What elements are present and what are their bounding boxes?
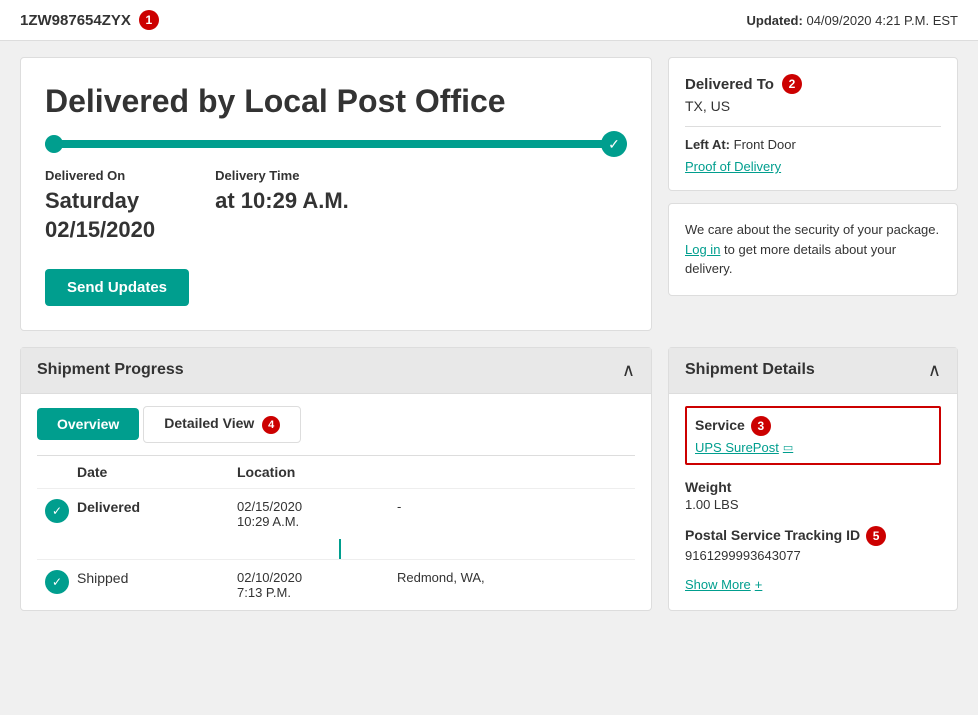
row-date-line1-2: 02/10/2020 xyxy=(237,570,397,585)
delivery-time-item: Delivery Time at 10:29 A.M. xyxy=(215,168,349,244)
progress-check-icon: ✓ xyxy=(601,131,627,157)
show-more-link[interactable]: Show More + xyxy=(685,577,941,592)
left-at-value: Front Door xyxy=(734,137,796,152)
row-date-1: 02/15/2020 10:29 A.M. xyxy=(237,499,397,529)
delivery-time-label: Delivery Time xyxy=(215,168,349,183)
delivered-to-location: TX, US xyxy=(685,98,941,114)
updated-label: Updated: xyxy=(747,13,803,28)
row-date-line2-2: 7:13 P.M. xyxy=(237,585,397,600)
delivered-on-label: Delivered On xyxy=(45,168,155,183)
delivered-to-title: Delivered To xyxy=(685,76,774,93)
divider xyxy=(685,126,941,127)
left-at: Left At: Front Door xyxy=(685,137,941,152)
check-circle-icon-2: ✓ xyxy=(45,570,69,594)
col-location-header: Location xyxy=(237,464,397,480)
top-bar: 1ZW987654ZYX 1 Updated: 04/09/2020 4:21 … xyxy=(0,0,978,41)
tab-detailed-view[interactable]: Detailed View 4 xyxy=(143,406,301,443)
left-at-label: Left At: xyxy=(685,137,730,152)
postal-tracking-section: Postal Service Tracking ID 5 91612999936… xyxy=(685,526,941,563)
tabs-row: Overview Detailed View 4 xyxy=(21,394,651,455)
updated-value: 04/09/2020 4:21 P.M. EST xyxy=(806,13,958,28)
shipment-progress-header: Shipment Progress ∧ xyxy=(21,348,651,394)
weight-value: 1.00 LBS xyxy=(685,497,941,512)
status-delivered: Delivered xyxy=(77,499,140,515)
row-date-line1-1: 02/15/2020 xyxy=(237,499,397,514)
row-status-1: Delivered xyxy=(77,499,237,515)
security-card: We care about the security of your packa… xyxy=(668,203,958,296)
tab-overview[interactable]: Overview xyxy=(37,408,139,440)
connector xyxy=(37,539,635,559)
shipment-details-title: Shipment Details xyxy=(685,361,815,379)
weight-label: Weight xyxy=(685,479,941,495)
login-link[interactable]: Log in xyxy=(685,242,720,257)
table-body: ✓ Delivered 02/15/2020 10:29 A.M. - ✓ xyxy=(21,488,651,610)
delivery-info: Delivered On Saturday 02/15/2020 Deliver… xyxy=(45,168,627,244)
service-box: Service 3 UPS SurePost ▭ xyxy=(685,406,941,465)
shipment-details-chevron[interactable]: ∧ xyxy=(928,360,941,381)
table-row: ✓ Shipped 02/10/2020 7:13 P.M. Redmond, … xyxy=(37,559,635,610)
badge-3: 3 xyxy=(751,416,771,436)
shipment-details-header: Shipment Details ∧ xyxy=(669,348,957,394)
row-status-2: Shipped xyxy=(77,570,237,586)
row-date-2: 02/10/2020 7:13 P.M. xyxy=(237,570,397,600)
check-circle-icon: ✓ xyxy=(45,499,69,523)
send-updates-button[interactable]: Send Updates xyxy=(45,269,189,306)
service-label: Service xyxy=(695,417,745,433)
show-more-text: Show More xyxy=(685,577,751,592)
delivered-on-line1: Saturday xyxy=(45,188,139,213)
postal-tracking-label: Postal Service Tracking ID xyxy=(685,527,860,543)
row-icon-2: ✓ xyxy=(37,570,77,594)
col-icon xyxy=(37,464,77,480)
tab-badge-4: 4 xyxy=(262,416,280,434)
badge-5: 5 xyxy=(866,526,886,546)
table-header: Date Location xyxy=(21,456,651,488)
detail-body: Service 3 UPS SurePost ▭ Weight 1.00 LBS… xyxy=(669,394,957,604)
chevron-up-icon[interactable]: ∧ xyxy=(622,360,635,381)
row-location-2: Redmond, WA, xyxy=(397,570,635,585)
right-panel: Delivered To 2 TX, US Left At: Front Doo… xyxy=(668,57,958,331)
delivery-title: Delivered by Local Post Office xyxy=(45,82,627,120)
tracking-number: 1ZW987654ZYX xyxy=(20,12,131,29)
delivered-on-value: Saturday 02/15/2020 xyxy=(45,187,155,244)
external-link-icon: ▭ xyxy=(783,441,793,454)
delivered-on-line2: 02/15/2020 xyxy=(45,217,155,242)
updated-text: Updated: 04/09/2020 4:21 P.M. EST xyxy=(747,13,959,28)
ups-surepost-text: UPS SurePost xyxy=(695,440,779,455)
delivered-on-item: Delivered On Saturday 02/15/2020 xyxy=(45,168,155,244)
status-shipped: Shipped xyxy=(77,570,128,586)
row-date-line2-1: 10:29 A.M. xyxy=(237,514,397,529)
row-icon-1: ✓ xyxy=(37,499,77,523)
proof-of-delivery-link[interactable]: Proof of Delivery xyxy=(685,159,781,174)
col-date-header: Date xyxy=(77,464,237,480)
delivered-to-card: Delivered To 2 TX, US Left At: Front Doo… xyxy=(668,57,958,191)
tracking-number-container: 1ZW987654ZYX 1 xyxy=(20,10,159,30)
progress-bar-fill xyxy=(45,140,627,148)
shipment-progress-title: Shipment Progress xyxy=(37,361,184,379)
delivery-time-value: at 10:29 A.M. xyxy=(215,187,349,216)
progress-dot xyxy=(45,135,63,153)
postal-tracking-value: 9161299993643077 xyxy=(685,548,941,563)
shipment-details-section: Shipment Details ∧ Service 3 UPS SurePos… xyxy=(668,347,958,611)
connector-line xyxy=(339,539,341,559)
delivery-status-card: Delivered by Local Post Office ✓ Deliver… xyxy=(20,57,652,331)
shipment-progress-section: Shipment Progress ∧ Overview Detailed Vi… xyxy=(20,347,652,611)
lower-section: Shipment Progress ∧ Overview Detailed Vi… xyxy=(0,347,978,631)
badge-1: 1 xyxy=(139,10,159,30)
table-row: ✓ Delivered 02/15/2020 10:29 A.M. - xyxy=(37,488,635,539)
row-location-1: - xyxy=(397,499,635,514)
main-content: Delivered by Local Post Office ✓ Deliver… xyxy=(0,41,978,347)
ups-surepost-link[interactable]: UPS SurePost ▭ xyxy=(695,440,931,455)
delivered-to-header: Delivered To 2 xyxy=(685,74,941,94)
weight-section: Weight 1.00 LBS xyxy=(685,479,941,512)
security-text-before: We care about the security of your packa… xyxy=(685,222,939,237)
badge-2: 2 xyxy=(782,74,802,94)
plus-icon: + xyxy=(755,577,763,592)
progress-bar: ✓ xyxy=(45,140,627,148)
